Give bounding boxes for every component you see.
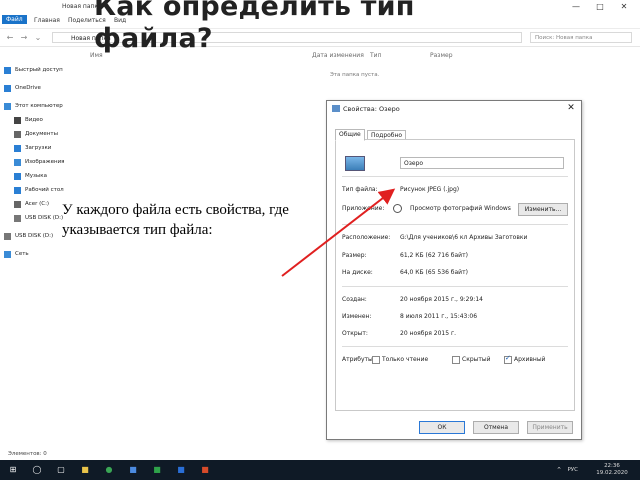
start-icon[interactable]: ⊞	[8, 465, 18, 475]
task-view-icon[interactable]: ▢	[56, 465, 66, 475]
browser-icon[interactable]: ●	[104, 465, 114, 475]
clock[interactable]: 22:36 19.02.2020	[592, 463, 632, 477]
taskbar: ⊞ ◯ ▢ ■ ● ■ ■ ■ ■ ⌃ РУС 22:36 19.02.2020	[0, 460, 640, 480]
excel-icon[interactable]: ■	[152, 465, 162, 475]
tray-arrow-icon[interactable]: ⌃	[556, 467, 562, 474]
tab-general[interactable]: Общие	[335, 129, 365, 141]
word-icon[interactable]: ■	[128, 465, 138, 475]
app-icon[interactable]: ■	[176, 465, 186, 475]
language-indicator[interactable]: РУС	[567, 467, 578, 474]
search-icon[interactable]: ◯	[32, 465, 42, 475]
powerpoint-icon[interactable]: ■	[200, 465, 210, 475]
file-explorer-icon[interactable]: ■	[80, 465, 90, 475]
clock-date: 19.02.2020	[596, 470, 628, 476]
clock-time: 22:36	[604, 463, 620, 469]
pointer-arrow	[281, 188, 396, 277]
system-tray: ⌃ РУС 22:36 19.02.2020	[556, 463, 632, 477]
